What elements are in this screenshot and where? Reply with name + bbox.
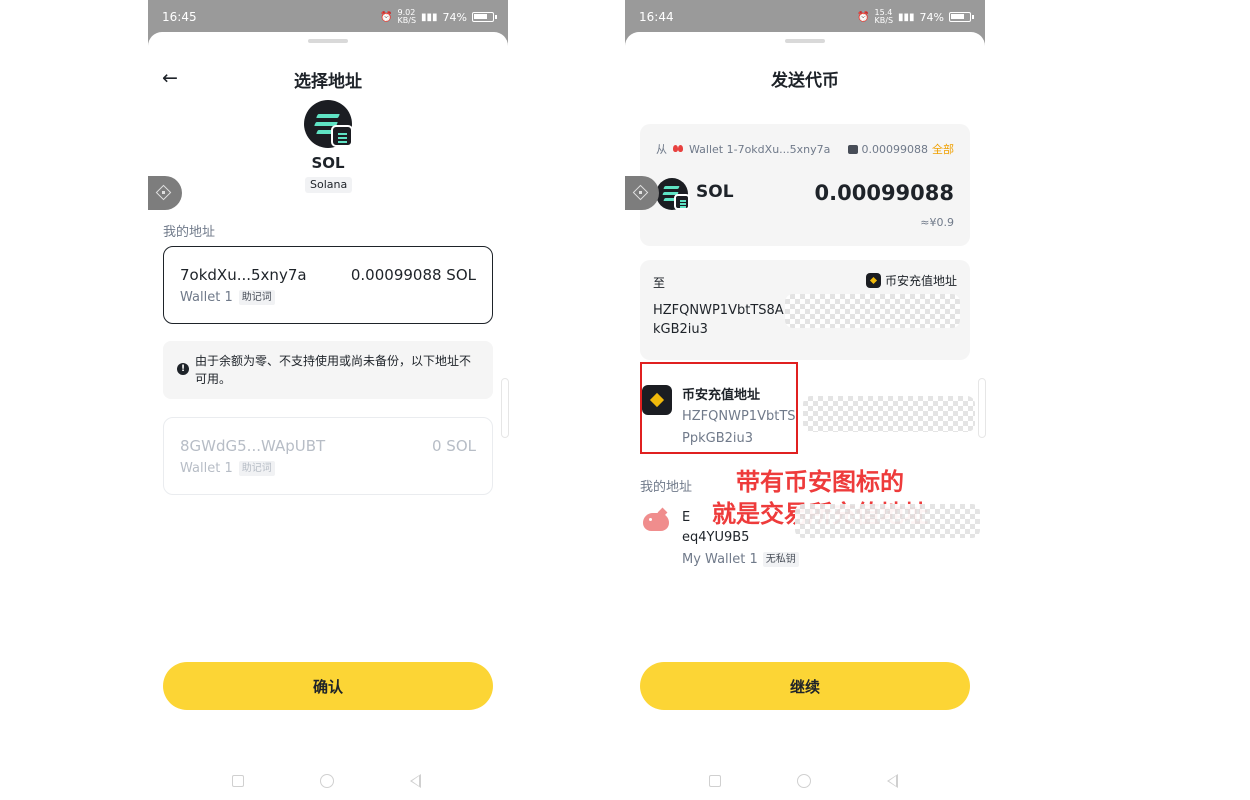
wallet-name-text: Wallet 1 xyxy=(180,461,233,476)
from-balance-value: 0.00099088 xyxy=(861,142,928,156)
network-speed-unit: KB/S xyxy=(874,16,894,25)
token-symbol: SOL xyxy=(696,182,734,202)
address-text: 7okdXu...5xny7a xyxy=(180,266,307,284)
mnemonic-tag: 助记词 xyxy=(238,290,275,305)
floating-assist-button[interactable] xyxy=(148,176,182,210)
address-balance: 0.00099088 SOL xyxy=(350,266,476,284)
address-option-selected[interactable]: 7okdXu...5xny7a 0.00099088 SOL Wallet 1 助… xyxy=(163,246,493,324)
wallet-logo-icon xyxy=(673,145,683,153)
highlight-box xyxy=(640,362,798,454)
token-symbol: SOL xyxy=(311,154,345,172)
diamond-dot xyxy=(639,191,642,194)
recents-icon[interactable] xyxy=(232,775,244,787)
to-tag-text: 币安充值地址 xyxy=(884,274,957,288)
status-bar: 16:45 ⏰ 9.02 KB/S ▮▮▮ 74% xyxy=(148,0,508,34)
wallet-icon xyxy=(847,144,858,154)
screenshot-canvas: 16:45 ⏰ 9.02 KB/S ▮▮▮ 74% ← 选择地址 SOL Sol… xyxy=(0,0,1250,800)
from-label: 从 xyxy=(656,143,667,156)
redacted-overlay xyxy=(785,294,960,328)
to-label: 至 xyxy=(653,276,666,290)
network-speed: 9.02 KB/S xyxy=(398,9,417,25)
info-icon: ! xyxy=(177,363,189,375)
scroll-nub xyxy=(978,378,986,438)
mnemonic-tag: 助记词 xyxy=(238,461,275,476)
signal-icon: ▮▮▮ xyxy=(898,11,915,23)
my-wallet-text: My Wallet 1 xyxy=(682,552,758,567)
address-balance: 0 SOL xyxy=(432,437,476,455)
battery-percent: 74% xyxy=(919,10,944,24)
notice-text: 由于余额为零、不支持使用或尚未备份，以下地址不可用。 xyxy=(195,354,472,386)
to-address-line1: HZFQNWP1VbtTS8A xyxy=(653,303,784,318)
signal-icon: ▮▮▮ xyxy=(421,11,438,23)
my-address-line2: eq4YU9B5 xyxy=(682,530,750,545)
confirm-button[interactable]: 确认 xyxy=(163,662,493,710)
to-tag: 币安充值地址 xyxy=(865,272,957,289)
from-wallet: Wallet 1-7okdXu...5xny7a xyxy=(689,142,831,156)
sol-chain-badge-icon xyxy=(331,125,353,147)
home-icon[interactable] xyxy=(320,774,334,788)
alarm-icon: ⏰ xyxy=(857,11,870,23)
my-wallet-name: My Wallet 1 无私钥 xyxy=(682,552,799,567)
status-time: 16:45 xyxy=(162,10,197,24)
phone-select-address: 16:45 ⏰ 9.02 KB/S ▮▮▮ 74% ← 选择地址 SOL Sol… xyxy=(148,0,508,800)
to-card[interactable]: 至 币安充值地址 HZFQNWP1VbtTS8A kGB2iu3 xyxy=(640,260,970,360)
bottom-sheet: ← 选择地址 SOL Solana 我的地址 7okdXu...5xny7a 0… xyxy=(148,32,508,800)
network-speed: 15.4 KB/S xyxy=(875,9,894,25)
battery-icon xyxy=(949,12,974,22)
page-title: 发送代币 xyxy=(771,71,839,91)
annotation-line1: 带有币安图标的 xyxy=(736,468,904,496)
wallet-name: Wallet 1 助记词 xyxy=(180,290,275,305)
back-icon[interactable] xyxy=(410,774,421,788)
floating-assist-button[interactable] xyxy=(625,176,659,210)
from-balance: 0.00099088 全部 xyxy=(847,141,954,157)
page-title: 选择地址 xyxy=(294,72,362,92)
redacted-overlay xyxy=(803,396,975,432)
from-card[interactable]: 从 Wallet 1-7okdXu...5xny7a 0.00099088 全部 xyxy=(640,124,970,246)
to-address: HZFQNWP1VbtTS8A kGB2iu3 xyxy=(653,301,793,339)
continue-button[interactable]: 继续 xyxy=(640,662,970,710)
sheet-handle[interactable] xyxy=(308,39,348,43)
piggy-wallet-icon xyxy=(643,513,669,531)
chain-tag: Solana xyxy=(305,177,353,193)
system-nav-bar xyxy=(148,767,508,797)
status-icons: ⏰ 9.02 KB/S ▮▮▮ 74% xyxy=(380,9,497,25)
unavailable-notice: ! 由于余额为零、不支持使用或尚未备份，以下地址不可用。 xyxy=(163,341,493,399)
address-option-disabled: 8GWdG5...WApUBT 0 SOL Wallet 1 助记词 xyxy=(163,417,493,495)
wallet-name: Wallet 1 助记词 xyxy=(180,461,275,476)
sol-chain-badge-icon xyxy=(674,194,690,210)
from-row: 从 Wallet 1-7okdXu...5xny7a xyxy=(656,141,830,157)
address-text: 8GWdG5...WApUBT xyxy=(180,437,326,455)
system-nav-bar xyxy=(625,767,985,797)
to-address-line2: kGB2iu3 xyxy=(653,322,708,337)
fiat-value: ≈¥0.9 xyxy=(920,216,954,229)
home-icon[interactable] xyxy=(797,774,811,788)
send-amount[interactable]: 0.00099088 xyxy=(815,181,954,205)
recents-icon[interactable] xyxy=(709,775,721,787)
sheet-handle[interactable] xyxy=(785,39,825,43)
status-icons: ⏰ 15.4 KB/S ▮▮▮ 74% xyxy=(857,9,974,25)
all-button[interactable]: 全部 xyxy=(932,141,954,157)
battery-icon xyxy=(472,12,497,22)
my-address-label: 我的地址 xyxy=(640,480,693,495)
status-bar: 16:44 ⏰ 15.4 KB/S ▮▮▮ 74% xyxy=(625,0,985,34)
back-icon[interactable] xyxy=(887,774,898,788)
status-time: 16:44 xyxy=(639,10,674,24)
alarm-icon: ⏰ xyxy=(380,11,393,23)
diamond-dot xyxy=(162,191,165,194)
phone-send-token: 16:44 ⏰ 15.4 KB/S ▮▮▮ 74% 发送代币 从 Wallet 1… xyxy=(625,0,985,800)
network-speed-unit: KB/S xyxy=(397,16,417,25)
no-private-key-tag: 无私钥 xyxy=(762,552,799,567)
bottom-sheet: 发送代币 从 Wallet 1-7okdXu...5xny7a 0.000990… xyxy=(625,32,985,800)
binance-icon xyxy=(865,273,881,288)
scroll-nub xyxy=(501,378,509,438)
my-address-line1: E xyxy=(682,510,691,525)
battery-percent: 74% xyxy=(442,10,467,24)
wallet-name-text: Wallet 1 xyxy=(180,290,233,305)
my-address-label: 我的地址 xyxy=(163,225,216,240)
redacted-overlay xyxy=(795,504,980,538)
